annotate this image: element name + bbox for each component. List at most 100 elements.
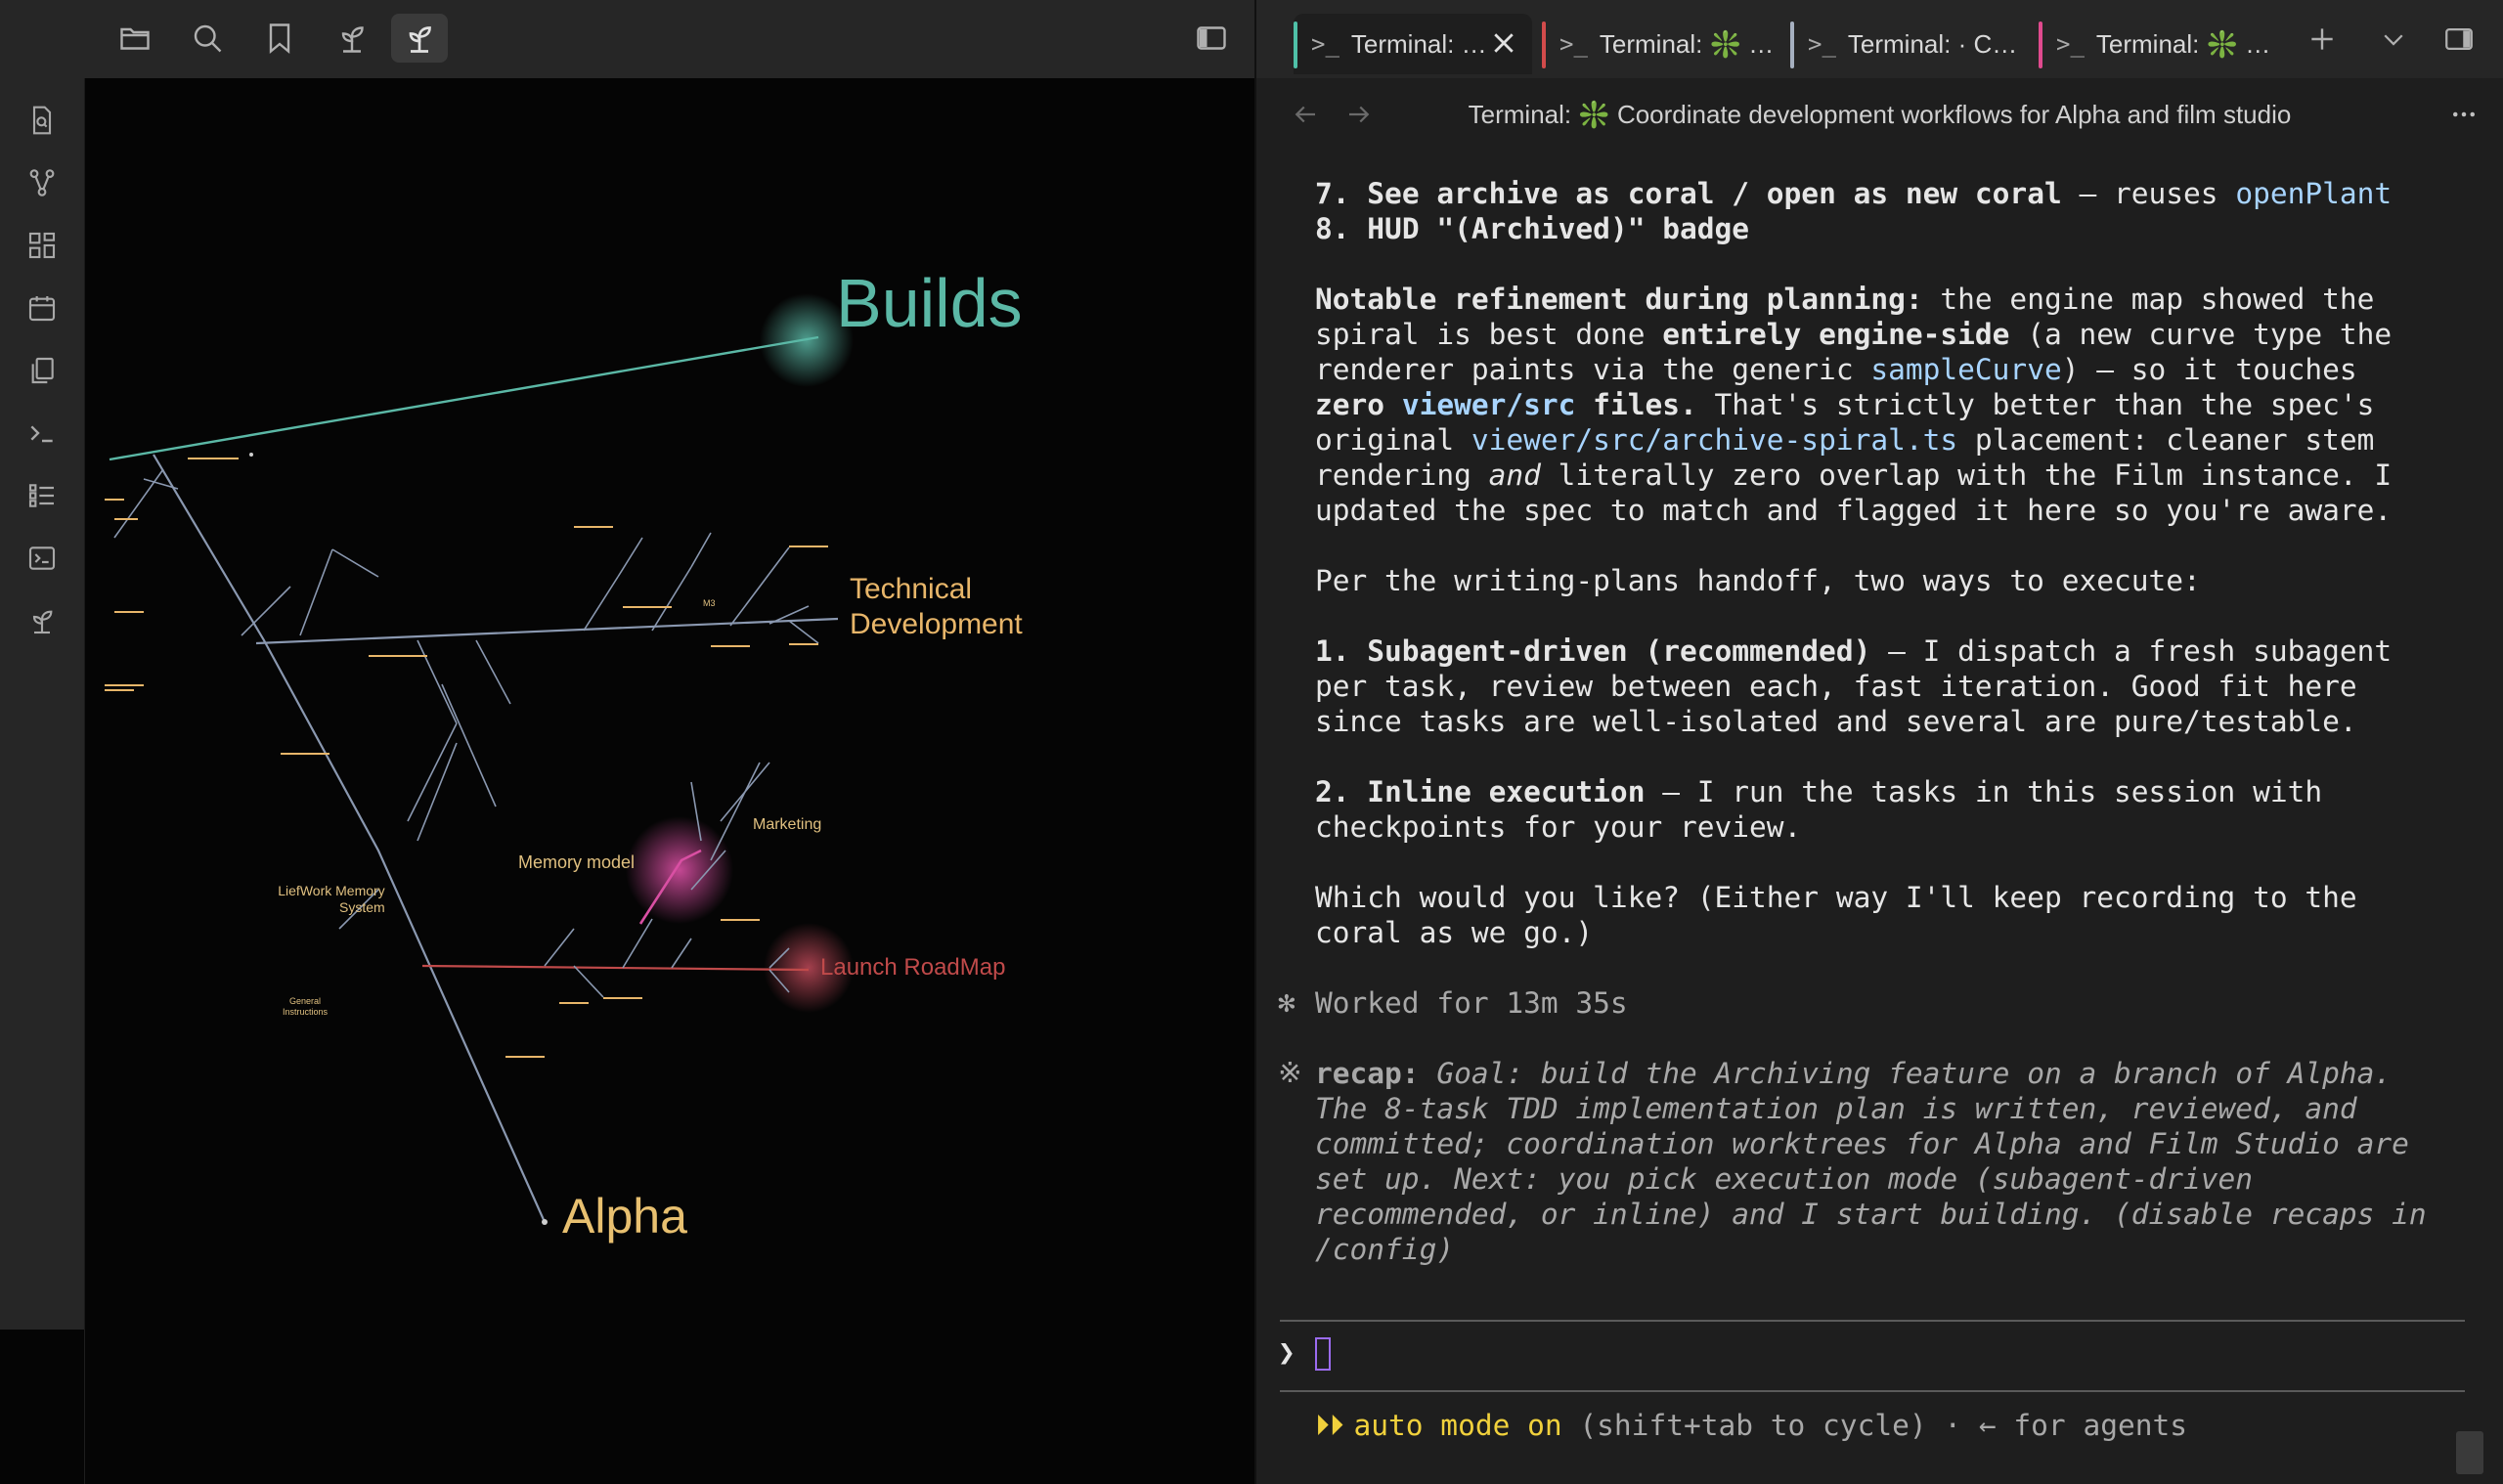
mode-status[interactable]: ⏵⏵ auto mode on (shift+tab to cycle) · ← … xyxy=(1315,1408,2187,1443)
text: 7. xyxy=(1315,177,1368,210)
recap-line: set up. Next: you pick execution mode (s… xyxy=(1315,1162,2254,1196)
tab-label: Terminal: ❇️ … xyxy=(2095,28,2271,59)
bottom-strip xyxy=(0,1330,84,1484)
file-search-icon[interactable] xyxy=(20,98,65,143)
tab-label: Terminal: ❇️ … xyxy=(1599,28,1775,59)
launch-branch xyxy=(421,964,810,972)
terminal-output[interactable]: 7. See archive as coral / open as new co… xyxy=(1256,151,2503,1484)
recap-line: The 8-task TDD implementation plan is wr… xyxy=(1315,1092,2357,1125)
tab-terminal-2[interactable]: >_ Terminal: ❇️ … xyxy=(1542,14,1780,74)
coral-graph[interactable] xyxy=(85,78,1254,1484)
terminal-line: 8. HUD "(Archived)" badge xyxy=(1315,211,1749,246)
prompt-icon: ❯ xyxy=(1278,1335,1295,1369)
technical-label-line1: Technical xyxy=(850,573,973,605)
scrollbar-thumb[interactable] xyxy=(2456,1431,2483,1474)
recap-label: recap: xyxy=(1315,1057,1420,1090)
mode-label: auto mode on xyxy=(1353,1409,1562,1442)
folder-icon[interactable] xyxy=(107,14,163,63)
liefwork-label[interactable]: LiefWork Memory System xyxy=(269,883,384,916)
search-icon[interactable] xyxy=(179,14,236,63)
terminal-line: rendering and literally zero overlap wit… xyxy=(1315,458,2392,493)
recap-icon: ※ xyxy=(1278,1056,1302,1089)
m3-label[interactable]: M3 xyxy=(703,598,716,608)
tab-terminal-4[interactable]: >_ Terminal: ❇️ … xyxy=(2039,14,2277,74)
right-sidebar-toggle-icon[interactable] xyxy=(2439,20,2479,59)
text: spiral is best done xyxy=(1315,318,1663,351)
code-ref: openPlant xyxy=(2235,177,2393,210)
twigs xyxy=(113,468,819,998)
terminal-line: 7. See archive as coral / open as new co… xyxy=(1315,176,2392,211)
recap-line: committed; coordination worktrees for Al… xyxy=(1315,1127,2409,1160)
tab-color-bar xyxy=(1790,22,1794,68)
terminal-box-icon[interactable] xyxy=(20,536,65,581)
tab-bar: >_ Terminal: … >_ Terminal: ❇️ … >_ Term… xyxy=(1256,0,2503,78)
close-icon[interactable] xyxy=(1489,28,1518,58)
terminal-icon[interactable] xyxy=(20,411,65,456)
tab-terminal-1[interactable]: >_ Terminal: … xyxy=(1294,14,1532,74)
text: — reuses xyxy=(2061,177,2236,210)
text: ) — so it touches xyxy=(2061,353,2357,386)
text: HUD "(Archived)" badge xyxy=(1367,212,1750,245)
text: — I run the tasks in this session with xyxy=(1645,775,2323,808)
terminal-line: Per the writing-plans handoff, two ways … xyxy=(1315,564,2201,597)
marketing-label[interactable]: Marketing xyxy=(753,816,821,834)
calendar-icon[interactable] xyxy=(20,285,65,330)
graph-icon[interactable] xyxy=(20,160,65,205)
sprout-icon[interactable] xyxy=(20,598,65,643)
bookmark-icon[interactable] xyxy=(251,14,308,63)
input-cursor[interactable] xyxy=(1315,1337,1331,1371)
memory-model-label[interactable]: Memory model xyxy=(518,852,635,873)
plant-view-icon[interactable] xyxy=(391,14,448,63)
technical-branch xyxy=(255,617,839,645)
code-ref: viewer/src xyxy=(1401,388,1576,421)
code-ref: sampleCurve xyxy=(1870,353,2062,386)
tab-terminal-3[interactable]: >_ Terminal: · C… xyxy=(1790,14,2029,74)
coral-graph-canvas[interactable]: Builds Technical Development Memory model… xyxy=(85,78,1254,1484)
text: placement: cleaner stem xyxy=(1957,423,2375,457)
terminal-line: Notable refinement during planning: the … xyxy=(1315,282,2374,317)
tab-label: Terminal: · C… xyxy=(1847,28,2018,59)
left-ribbon xyxy=(0,78,85,1330)
recap-line: /config) xyxy=(1315,1233,1455,1266)
recap-line: recommended, or inline) and I start buil… xyxy=(1315,1198,2427,1231)
terminal-line: updated the spec to match and flagged it… xyxy=(1315,494,2393,527)
terminal-icon: >_ xyxy=(1808,30,1836,58)
text: the engine map showed the xyxy=(1922,283,2375,316)
copy-icon[interactable] xyxy=(20,348,65,393)
general-instructions-label[interactable]: General Instructions xyxy=(283,996,328,1018)
mode-icon: ⏵⏵ xyxy=(1315,1409,1344,1442)
terminal-line: zero viewer/src files. That's strictly b… xyxy=(1315,387,2374,422)
terminal-line: checkpoints for your review. xyxy=(1315,810,1802,844)
worked-icon: ✻ xyxy=(1278,985,1295,1019)
text: entirely engine-side xyxy=(1662,318,2010,351)
text: literally zero overlap with the Film ins… xyxy=(1540,458,2393,492)
terminal-line: per task, review between each, fast iter… xyxy=(1315,670,2357,703)
terminal-line: original viewer/src/archive-spiral.ts pl… xyxy=(1315,422,2374,458)
graph-pane: Builds Technical Development Memory model… xyxy=(0,0,1254,1484)
new-tab-icon[interactable] xyxy=(2303,20,2342,59)
text: zero xyxy=(1315,388,1402,421)
left-toolbar xyxy=(0,0,1254,78)
recap-line: recap: Goal: build the Archiving feature… xyxy=(1315,1056,2392,1091)
technical-development-label[interactable]: Technical Development xyxy=(850,572,1023,642)
more-options-icon[interactable] xyxy=(2449,100,2479,129)
sidebar-toggle-icon[interactable] xyxy=(1183,14,1240,63)
terminal-icon: >_ xyxy=(2056,30,2085,58)
tab-color-bar xyxy=(2039,22,2042,68)
grid-icon[interactable] xyxy=(20,223,65,268)
text: renderer paints via the generic xyxy=(1315,353,1871,386)
tab-color-bar xyxy=(1542,22,1546,68)
sprout-icon[interactable] xyxy=(324,14,380,63)
general-label-line2: Instructions xyxy=(283,1007,329,1017)
text: 2. Inline execution xyxy=(1315,775,1646,808)
view-header: Terminal: ❇️ Coordinate development work… xyxy=(1256,78,2503,151)
text: files. xyxy=(1575,388,1697,421)
list-icon[interactable] xyxy=(20,473,65,518)
terminal-line: renderer paints via the generic sampleCu… xyxy=(1315,352,2357,387)
launch-roadmap-label[interactable]: Launch RoadMap xyxy=(820,954,1005,982)
builds-label[interactable]: Builds xyxy=(836,264,1023,342)
chevron-down-icon[interactable] xyxy=(2374,20,2413,59)
tab-label: Terminal: … xyxy=(1350,28,1487,59)
text: original xyxy=(1315,423,1471,457)
alpha-label[interactable]: Alpha xyxy=(562,1188,687,1244)
